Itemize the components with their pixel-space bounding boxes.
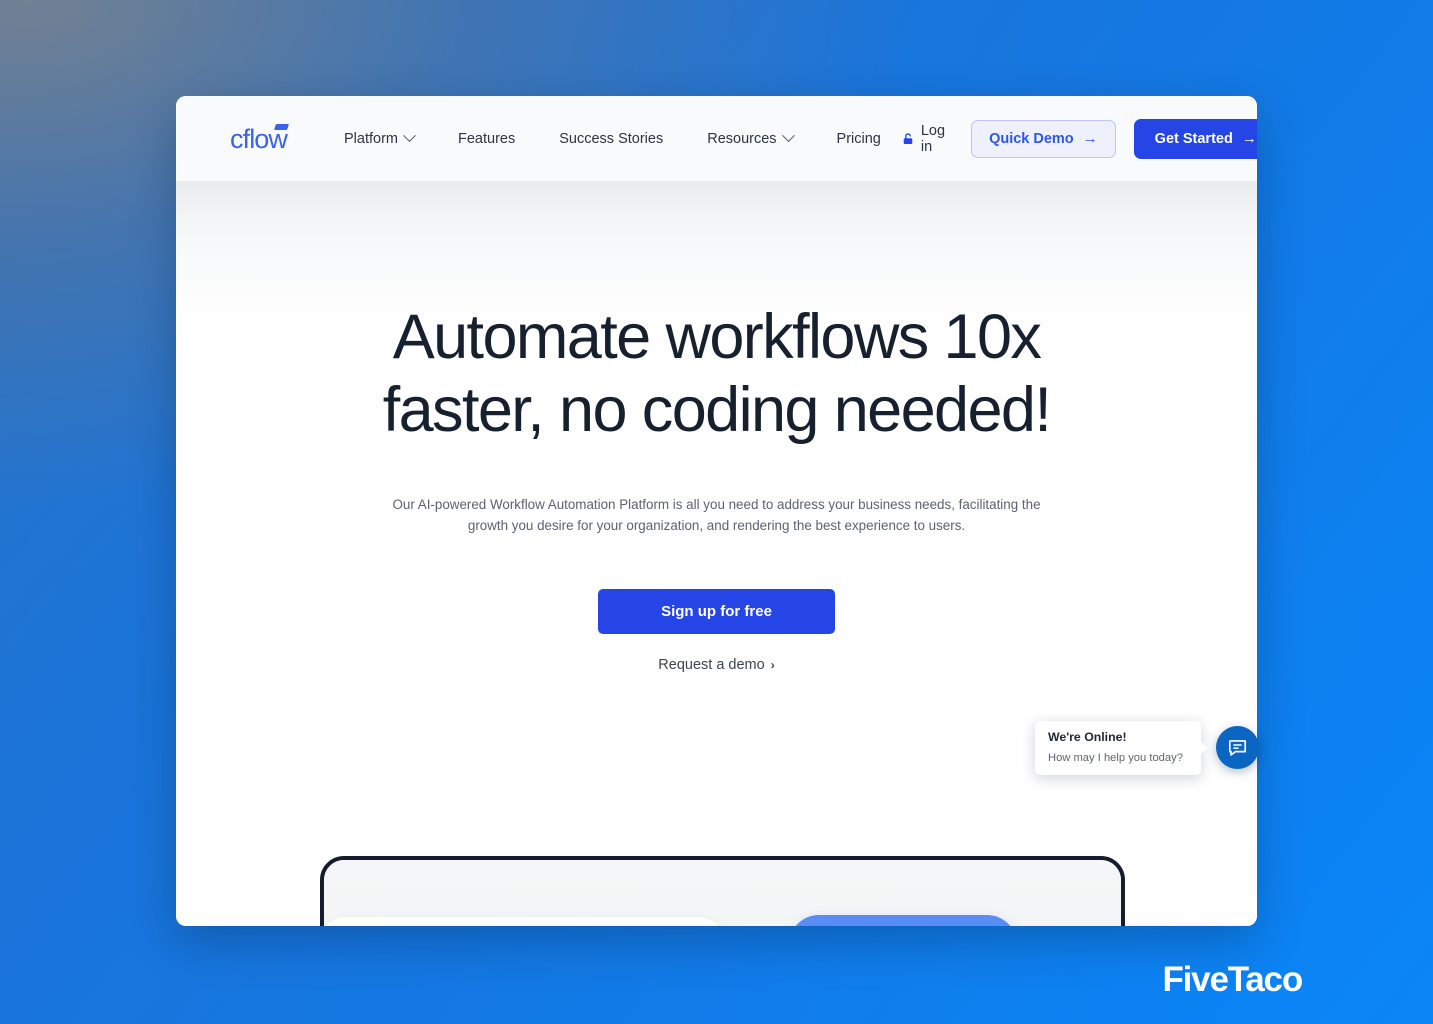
app-preview-screen: Search Create Workflow <box>324 860 1121 926</box>
chat-greeting-title: We're Online! <box>1048 730 1127 744</box>
nav-item-label: Success Stories <box>559 130 664 147</box>
fivetaco-watermark: FiveTaco <box>1162 960 1303 999</box>
primary-navigation: Platform Features Success Stories Resour… <box>322 123 903 155</box>
site-navbar: cflow Platform Features Success Stories … <box>176 96 1257 181</box>
logo-flag-icon <box>274 124 289 130</box>
chevron-right-icon: › <box>770 657 775 672</box>
arrow-right-icon: → <box>1241 130 1257 147</box>
login-link[interactable]: Log in <box>903 123 949 155</box>
nav-item-features[interactable]: Features <box>436 123 537 155</box>
hero-section: Automate workflows 10x faster, no coding… <box>176 181 1257 926</box>
website-card: cflow Platform Features Success Stories … <box>176 96 1257 926</box>
request-demo-label: Request a demo <box>658 656 765 673</box>
nav-item-label: Resources <box>707 130 777 147</box>
login-label: Log in <box>920 122 946 155</box>
chat-bubble-icon <box>1228 740 1247 756</box>
chevron-down-icon <box>781 129 795 143</box>
get-started-label: Get Started <box>1154 130 1233 147</box>
chat-greeting-message: How may I help you today? <box>1048 752 1183 765</box>
nav-item-platform[interactable]: Platform <box>322 123 436 155</box>
hero-subtitle: Our AI-powered Workflow Automation Platf… <box>392 496 1041 534</box>
quick-demo-label: Quick Demo <box>989 130 1074 147</box>
cflow-logo[interactable]: cflow <box>230 124 289 154</box>
arrow-right-icon: → <box>1082 130 1098 147</box>
page-background: cflow Platform Features Success Stories … <box>0 0 1433 1024</box>
nav-item-pricing[interactable]: Pricing <box>815 123 903 155</box>
nav-item-label: Features <box>458 130 516 147</box>
hero-title: Automate workflows 10x faster, no coding… <box>382 302 1052 445</box>
logo-text: cflow <box>230 124 288 154</box>
nav-item-label: Pricing <box>836 130 881 147</box>
nav-item-resources[interactable]: Resources <box>685 123 814 155</box>
get-started-button[interactable]: Get Started → <box>1133 118 1257 159</box>
quick-demo-button[interactable]: Quick Demo → <box>971 119 1116 158</box>
chat-launcher-button[interactable] <box>1216 726 1259 769</box>
nav-item-label: Platform <box>344 130 399 147</box>
unlock-icon <box>903 132 913 144</box>
create-workflow-button[interactable]: Create Workflow <box>789 915 1018 926</box>
app-preview-mockup: Search Create Workflow <box>320 856 1125 926</box>
request-demo-link[interactable]: Request a demo › <box>658 657 774 673</box>
search-input[interactable]: Search <box>324 917 726 926</box>
chat-greeting-tooltip: We're Online! How may I help you today? <box>1035 721 1208 775</box>
chevron-down-icon <box>403 129 416 143</box>
sign-up-button[interactable]: Sign up for free <box>598 588 835 634</box>
navbar-actions: Log in Quick Demo → Get Started → <box>903 118 1257 159</box>
nav-item-success-stories[interactable]: Success Stories <box>537 123 685 155</box>
